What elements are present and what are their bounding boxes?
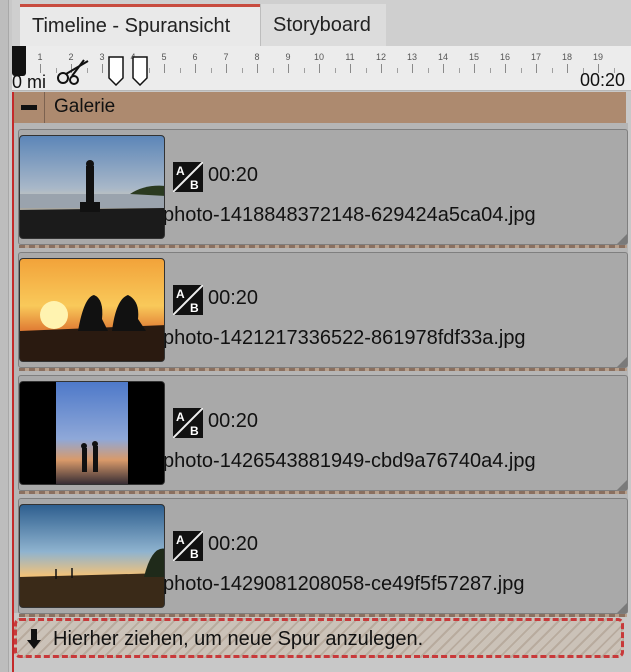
ruler-tick-mark — [474, 64, 475, 73]
ruler-minor-tick — [179, 68, 181, 73]
ruler-tick-label: 14 — [437, 52, 449, 62]
track-duration: 00:20 — [208, 410, 259, 432]
tab-storyboard[interactable]: Storyboard — [260, 4, 386, 46]
track-item[interactable]: A B 00:20 photo-1429081208058-ce49f5f572… — [18, 498, 628, 617]
ruler-tick-mark — [195, 64, 196, 73]
track-list: A B 00:20 photo-1418848372148-629424a5ca… — [14, 123, 628, 617]
ab-transition-icon[interactable]: A B — [173, 531, 203, 561]
track-filename: photo-1418848372148-629424a5ca04.jpg — [163, 204, 536, 226]
scissors-icon[interactable] — [54, 58, 92, 86]
ruler-tick-mark — [505, 64, 506, 73]
svg-text:A: A — [176, 287, 185, 301]
gallery-header: Galerie — [14, 92, 626, 124]
ruler-tick-label: 5 — [161, 52, 167, 62]
ruler-start-label: 0 mi — [12, 72, 47, 92]
ruler-tick-label: 16 — [499, 52, 511, 62]
marker-out-icon[interactable] — [132, 56, 148, 86]
tab-bar: Timeline - Spuransicht Storyboard — [12, 0, 631, 46]
ab-transition-icon[interactable]: A B — [173, 408, 203, 438]
ruler-end-label: 00:20 — [579, 70, 625, 90]
ruler-tick-mark — [443, 64, 444, 73]
track-item[interactable]: A B 00:20 photo-1421217336522-861978fdf3… — [18, 252, 628, 371]
marker-in-icon[interactable] — [108, 56, 124, 86]
svg-text:B: B — [190, 424, 199, 438]
ruler-minor-tick — [458, 68, 460, 73]
ruler-tick-mark — [567, 64, 568, 73]
ruler-tick-label: 8 — [254, 52, 260, 62]
track-filename: photo-1421217336522-861978fdf33a.jpg — [163, 327, 526, 349]
ruler-minor-tick — [427, 68, 429, 73]
resize-handle[interactable] — [617, 357, 627, 367]
ruler-tick-mark — [164, 64, 165, 73]
ab-transition-icon[interactable]: A B — [173, 162, 203, 192]
track-duration: 00:20 — [208, 287, 259, 309]
svg-text:B: B — [190, 178, 199, 192]
ruler-minor-tick — [365, 68, 367, 73]
ruler-minor-tick — [241, 68, 243, 73]
resize-handle[interactable] — [617, 480, 627, 490]
ruler-minor-tick — [148, 68, 150, 73]
ruler-minor-tick — [551, 68, 553, 73]
ruler-tick-label: 12 — [375, 52, 387, 62]
ruler-tick-mark — [319, 64, 320, 73]
ruler-tick-label: 1 — [37, 52, 43, 62]
track-filename: photo-1429081208058-ce49f5f57287.jpg — [163, 573, 525, 595]
ruler-tick-label: 9 — [285, 52, 291, 62]
app-window: Timeline - Spuransicht Storyboard 123456… — [0, 0, 631, 672]
ruler-tick-mark — [350, 64, 351, 73]
ruler-minor-tick — [334, 68, 336, 73]
track-item[interactable]: A B 00:20 photo-1418848372148-629424a5ca… — [18, 129, 628, 248]
arrow-down-icon — [27, 629, 41, 649]
ruler-tick-label: 15 — [468, 52, 480, 62]
ruler-tick-mark — [536, 64, 537, 73]
ruler-tick-mark — [102, 64, 103, 73]
ruler-tick-label: 19 — [592, 52, 604, 62]
ruler-tick-label: 10 — [313, 52, 325, 62]
thumbnail-couple-beach — [19, 381, 165, 485]
ruler-tick-label: 13 — [406, 52, 418, 62]
svg-text:A: A — [176, 164, 185, 178]
ruler-tick-label: 7 — [223, 52, 229, 62]
ruler-minor-tick — [520, 68, 522, 73]
thumbnail-field-sunset — [19, 504, 165, 608]
ab-transition-icon[interactable]: A B — [173, 285, 203, 315]
svg-text:A: A — [176, 410, 185, 424]
svg-text:B: B — [190, 547, 199, 561]
ruler-tick-mark — [288, 64, 289, 73]
ruler-minor-tick — [272, 68, 274, 73]
track-filename: photo-1426543881949-cbd9a76740a4.jpg — [163, 450, 536, 472]
timeline-ruler[interactable]: 12345678910111213141516171819 0 mi 00:20 — [12, 46, 631, 92]
tab-timeline[interactable]: Timeline - Spuransicht — [20, 4, 260, 46]
ruler-tick-label: 3 — [99, 52, 105, 62]
ruler-tick-mark — [257, 64, 258, 73]
svg-text:A: A — [176, 533, 185, 547]
new-track-dropzone[interactable]: Hierher ziehen, um neue Spur anzulegen. — [14, 618, 624, 658]
track-item[interactable]: A B 00:20 photo-1426543881949-cbd9a76740… — [18, 375, 628, 494]
ruler-minor-tick — [210, 68, 212, 73]
ruler-tick-label: 18 — [561, 52, 573, 62]
ruler-tick-label: 17 — [530, 52, 542, 62]
track-duration: 00:20 — [208, 533, 259, 555]
ruler-tick-mark — [381, 64, 382, 73]
left-panel-edge — [0, 0, 9, 672]
ruler-minor-tick — [396, 68, 398, 73]
ruler-minor-tick — [489, 68, 491, 73]
thumbnail-couple-sunset — [19, 258, 165, 362]
ruler-tick-mark — [412, 64, 413, 73]
thumbnail-sunset-silhouette — [19, 135, 165, 239]
collapse-button[interactable] — [14, 92, 45, 123]
ruler-tick-label: 6 — [192, 52, 198, 62]
dropzone-label: Hierher ziehen, um neue Spur anzulegen. — [53, 628, 424, 650]
track-duration: 00:20 — [208, 164, 259, 186]
ruler-tick-mark — [226, 64, 227, 73]
resize-handle[interactable] — [617, 603, 627, 613]
svg-text:B: B — [190, 301, 199, 315]
ruler-minor-tick — [303, 68, 305, 73]
gallery-title: Galerie — [54, 96, 116, 117]
ruler-tick-label: 11 — [345, 52, 355, 62]
resize-handle[interactable] — [617, 234, 627, 244]
